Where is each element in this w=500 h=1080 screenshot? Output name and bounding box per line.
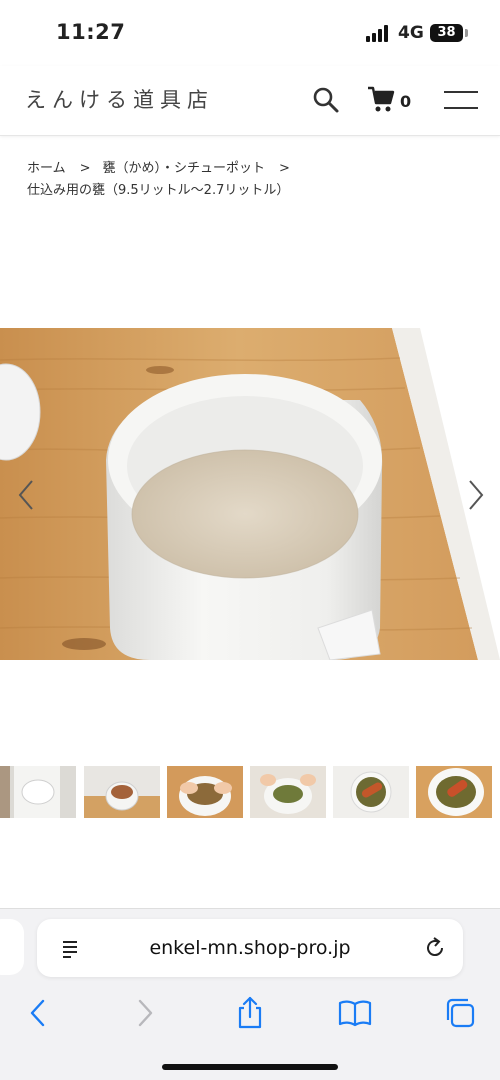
breadcrumb-chevron-icon: >: [79, 161, 91, 176]
url-text: enkel-mn.shop-pro.jp: [149, 937, 351, 959]
hamburger-menu-button[interactable]: [444, 88, 478, 112]
thumbnail-4[interactable]: [250, 766, 326, 818]
cart-count: 0: [400, 92, 412, 111]
site-header: えんける道具店 0: [0, 66, 500, 136]
browser-toolbar: enkel-mn.shop-pro.jp: [0, 908, 500, 1080]
breadcrumb-chevron-icon: >: [279, 161, 290, 176]
breadcrumb-current: 仕込み用の甕（9.5リットル〜2.7リットル）: [27, 183, 290, 198]
thumbnail-3[interactable]: [167, 766, 243, 818]
address-bar[interactable]: enkel-mn.shop-pro.jp: [37, 919, 463, 977]
gallery-prev-button[interactable]: [12, 478, 42, 512]
back-icon: [30, 999, 45, 1027]
bookmarks-icon: [338, 1000, 372, 1027]
chevron-left-icon: [18, 480, 33, 510]
thumbnail-6[interactable]: [416, 766, 492, 818]
chevron-right-icon: [469, 480, 484, 510]
forward-icon: [138, 999, 153, 1027]
breadcrumb-home-link[interactable]: ホーム: [27, 161, 66, 176]
network-type: 4G: [398, 23, 424, 43]
hamburger-line: [444, 107, 478, 109]
back-button[interactable]: [18, 993, 58, 1033]
share-icon: [238, 996, 262, 1029]
gallery-next-button[interactable]: [460, 478, 490, 512]
battery-icon: 38: [430, 24, 463, 42]
hamburger-line: [444, 91, 478, 93]
thumbnail-2[interactable]: [84, 766, 160, 818]
shop-logo[interactable]: えんける道具店: [25, 84, 214, 114]
breadcrumb: ホーム > 甕（かめ）・シチューポット > 仕込み用の甕（9.5リットル〜2.7リット…: [27, 158, 477, 202]
status-time: 11:27: [56, 20, 126, 44]
tabs-icon: [446, 998, 475, 1028]
cart-button[interactable]: 0: [366, 84, 416, 116]
forward-button[interactable]: [125, 993, 165, 1033]
crock-on-table-photo: [0, 328, 500, 660]
share-button[interactable]: [230, 993, 270, 1033]
home-indicator: [162, 1064, 338, 1070]
tabs-button[interactable]: [440, 993, 480, 1033]
status-bar: 11:27 4G 38: [0, 0, 500, 66]
search-icon: [313, 87, 339, 113]
cellular-signal-icon: [366, 24, 392, 42]
cart-icon: [368, 86, 395, 112]
main-product-image[interactable]: [0, 328, 500, 660]
thumbnail-strip: [0, 766, 500, 818]
reload-icon[interactable]: [422, 935, 448, 961]
previous-tab-card[interactable]: [0, 919, 24, 975]
search-button[interactable]: [312, 86, 340, 114]
battery-tip: [465, 29, 468, 37]
thumbnail-5[interactable]: [333, 766, 409, 818]
thumbnail-1[interactable]: [0, 766, 76, 818]
bookmarks-button[interactable]: [335, 993, 375, 1033]
breadcrumb-category-link[interactable]: 甕（かめ）・シチューポット: [103, 161, 266, 176]
